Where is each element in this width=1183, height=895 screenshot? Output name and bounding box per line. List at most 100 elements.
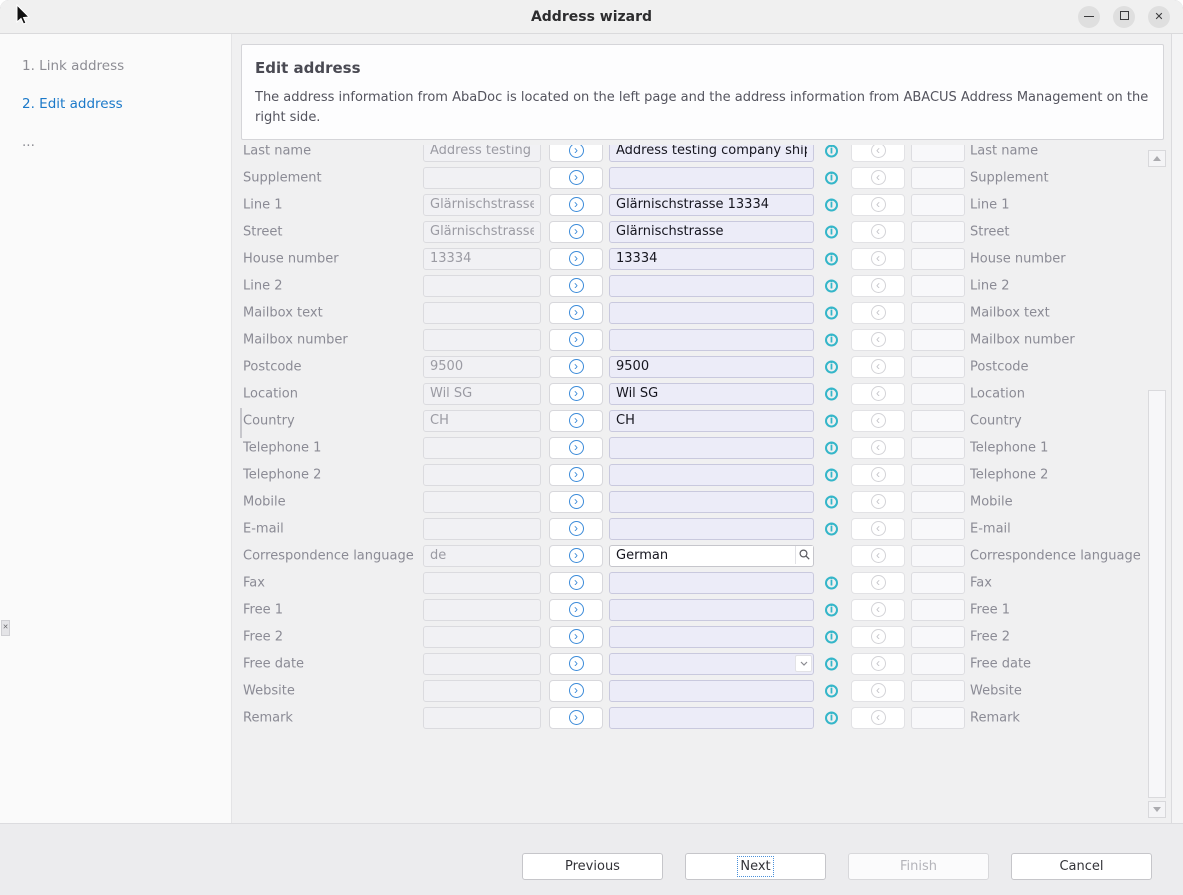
info-icon[interactable]: i [825,225,838,238]
copy-to-right-button[interactable]: › [549,626,603,648]
copy-to-left-button[interactable]: ‹ [851,329,905,351]
abadoc-field[interactable] [423,572,541,594]
info-icon[interactable]: i [825,279,838,292]
copy-to-right-button[interactable]: › [549,680,603,702]
scroll-down-button[interactable] [1148,801,1166,818]
abacus-field[interactable] [609,707,814,729]
abadoc-field[interactable] [423,167,541,189]
copy-to-left-button[interactable]: ‹ [851,464,905,486]
copy-to-right-button[interactable]: › [549,491,603,513]
copy-to-left-button[interactable]: ‹ [851,437,905,459]
copy-to-right-button[interactable]: › [549,599,603,621]
abadoc-field[interactable] [423,707,541,729]
abadoc-field[interactable] [423,410,541,432]
extra-field[interactable] [911,194,965,216]
abacus-field[interactable] [609,248,814,270]
info-icon[interactable]: i [825,333,838,346]
copy-to-right-button[interactable]: › [549,221,603,243]
abacus-field[interactable] [609,545,814,567]
copy-to-right-button[interactable]: › [549,545,603,567]
copy-to-right-button[interactable]: › [549,410,603,432]
sidebar-step-3[interactable]: ... [22,134,35,150]
abadoc-field[interactable] [423,329,541,351]
abadoc-field[interactable] [423,221,541,243]
copy-to-left-button[interactable]: ‹ [851,383,905,405]
info-icon[interactable]: i [825,576,838,589]
info-icon[interactable]: i [825,414,838,427]
info-icon[interactable]: i [825,171,838,184]
copy-to-right-button[interactable]: › [549,145,603,162]
sidebar-step-2[interactable]: 2. Edit address [22,96,123,112]
extra-field[interactable] [911,145,965,162]
copy-to-right-button[interactable]: › [549,437,603,459]
abacus-field[interactable] [609,464,814,486]
extra-field[interactable] [911,680,965,702]
copy-to-right-button[interactable]: › [549,167,603,189]
abacus-field[interactable] [609,626,814,648]
copy-to-right-button[interactable]: › [549,707,603,729]
abadoc-field[interactable] [423,383,541,405]
copy-to-right-button[interactable]: › [549,356,603,378]
abacus-field[interactable] [609,518,814,540]
abadoc-field[interactable] [423,599,541,621]
extra-field[interactable] [911,491,965,513]
abacus-field[interactable] [609,383,814,405]
abacus-field[interactable] [609,410,814,432]
info-icon[interactable]: i [825,684,838,697]
info-icon[interactable]: i [825,657,838,670]
abacus-field[interactable] [609,145,814,162]
info-icon[interactable]: i [825,198,838,211]
info-icon[interactable]: i [825,252,838,265]
copy-to-left-button[interactable]: ‹ [851,626,905,648]
copy-to-left-button[interactable]: ‹ [851,707,905,729]
form-scrollbar[interactable] [1148,150,1166,818]
extra-field[interactable] [911,626,965,648]
sidebar-step-1[interactable]: 1. Link address [22,58,124,74]
abacus-field[interactable] [609,194,814,216]
extra-field[interactable] [911,464,965,486]
info-icon[interactable]: i [825,360,838,373]
abadoc-field[interactable] [423,194,541,216]
abadoc-field[interactable] [423,464,541,486]
extra-field[interactable] [911,275,965,297]
info-icon[interactable]: i [825,468,838,481]
abacus-field[interactable] [609,491,814,513]
extra-field[interactable] [911,167,965,189]
lookup-button[interactable] [795,546,813,564]
extra-field[interactable] [911,410,965,432]
close-button[interactable]: ✕ [1148,6,1170,28]
copy-to-right-button[interactable]: › [549,464,603,486]
extra-field[interactable] [911,302,965,324]
copy-to-left-button[interactable]: ‹ [851,410,905,432]
extra-field[interactable] [911,248,965,270]
info-icon[interactable]: i [825,145,838,157]
abacus-field[interactable] [609,680,814,702]
window-scroll-strip[interactable] [1171,34,1183,823]
info-icon[interactable]: i [825,387,838,400]
extra-field[interactable] [911,545,965,567]
splitter-handle[interactable]: ✕ [1,620,10,636]
copy-to-left-button[interactable]: ‹ [851,653,905,675]
abadoc-field[interactable] [423,626,541,648]
copy-to-left-button[interactable]: ‹ [851,680,905,702]
info-icon[interactable]: i [825,630,838,643]
copy-to-left-button[interactable]: ‹ [851,194,905,216]
copy-to-right-button[interactable]: › [549,572,603,594]
scrollbar-thumb[interactable] [1148,390,1166,798]
info-icon[interactable]: i [825,522,838,535]
copy-to-right-button[interactable]: › [549,653,603,675]
copy-to-right-button[interactable]: › [549,248,603,270]
extra-field[interactable] [911,707,965,729]
copy-to-left-button[interactable]: ‹ [851,572,905,594]
info-icon[interactable]: i [825,711,838,724]
copy-to-right-button[interactable]: › [549,329,603,351]
copy-to-left-button[interactable]: ‹ [851,302,905,324]
abadoc-field[interactable] [423,302,541,324]
copy-to-right-button[interactable]: › [549,194,603,216]
extra-field[interactable] [911,437,965,459]
info-icon[interactable]: i [825,306,838,319]
previous-button[interactable]: Previous [522,853,663,880]
copy-to-left-button[interactable]: ‹ [851,491,905,513]
copy-to-left-button[interactable]: ‹ [851,599,905,621]
abadoc-field[interactable] [423,545,541,567]
